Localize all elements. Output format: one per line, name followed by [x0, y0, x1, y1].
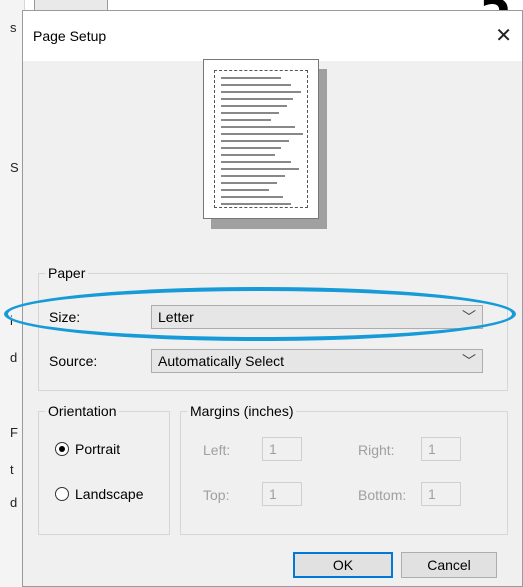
left-margin-input[interactable]: 1	[262, 437, 302, 461]
background-char: d	[10, 495, 18, 510]
size-label: Size:	[49, 309, 81, 325]
bottom-margin-label: Bottom:	[358, 487, 407, 503]
background-char: i	[10, 313, 13, 328]
background-char: d	[10, 350, 18, 365]
title-bar[interactable]: Page Setup ✕	[23, 11, 522, 61]
orientation-group	[38, 411, 170, 535]
chevron-down-icon: ﹀	[462, 309, 476, 325]
top-margin-input[interactable]: 1	[262, 482, 302, 506]
margins-group-label: Margins (inches)	[187, 403, 297, 419]
preview-text-line	[221, 91, 301, 93]
page-setup-dialog: Page Setup ✕ Paper Size: Letter ﹀ Source…	[22, 10, 523, 587]
source-label: Source:	[49, 353, 98, 369]
cancel-button[interactable]: Cancel	[401, 552, 497, 578]
preview-page	[203, 59, 319, 219]
dialog-title: Page Setup	[33, 28, 107, 44]
ok-button[interactable]: OK	[293, 552, 393, 578]
left-margin-label: Left:	[203, 442, 231, 458]
source-select[interactable]: Automatically Select ﹀	[151, 349, 483, 373]
preview-text-line	[221, 77, 281, 79]
background-char: t	[10, 462, 14, 477]
landscape-label[interactable]: Landscape	[75, 486, 144, 502]
paper-group-label: Paper	[45, 265, 89, 281]
preview-text-line	[221, 126, 295, 128]
right-margin-label: Right:	[358, 442, 395, 458]
preview-text-line	[221, 147, 281, 149]
preview-text-line	[221, 203, 291, 205]
left-margin-value: 1	[269, 441, 277, 457]
preview-text-line	[221, 154, 275, 156]
preview-text-line	[221, 189, 269, 191]
preview-text-line	[221, 84, 291, 86]
top-margin-label: Top:	[203, 487, 230, 503]
paper-group	[38, 273, 508, 391]
preview-text-line	[221, 119, 271, 121]
preview-text-line	[221, 168, 299, 170]
preview-text-line	[221, 112, 279, 114]
bottom-margin-value: 1	[428, 486, 436, 502]
preview-text-line	[221, 140, 289, 142]
preview-text-line	[221, 182, 277, 184]
margins-group	[180, 411, 508, 535]
page-preview	[203, 59, 331, 231]
background-char: F	[10, 425, 18, 440]
background-char: S	[10, 160, 19, 175]
preview-text-line	[221, 161, 291, 163]
size-select[interactable]: Letter ﹀	[151, 305, 483, 329]
size-value: Letter	[158, 309, 194, 325]
radio-selected-dot	[59, 446, 65, 452]
preview-text-line	[221, 196, 283, 198]
right-margin-value: 1	[428, 441, 436, 457]
orientation-group-label: Orientation	[45, 403, 120, 419]
portrait-radio[interactable]	[55, 442, 69, 456]
preview-text-line	[221, 98, 293, 100]
preview-text-line	[221, 133, 303, 135]
portrait-label[interactable]: Portrait	[75, 441, 120, 457]
top-margin-value: 1	[269, 486, 277, 502]
right-margin-input[interactable]: 1	[421, 437, 461, 461]
source-value: Automatically Select	[158, 353, 285, 369]
preview-text-line	[221, 105, 287, 107]
bottom-margin-input[interactable]: 1	[421, 482, 461, 506]
close-icon[interactable]: ✕	[495, 23, 512, 48]
preview-text-line	[221, 175, 285, 177]
chevron-down-icon: ﹀	[462, 353, 476, 369]
background-char: s	[10, 20, 17, 35]
preview-margin-outline	[214, 70, 308, 208]
landscape-radio[interactable]	[55, 487, 69, 501]
